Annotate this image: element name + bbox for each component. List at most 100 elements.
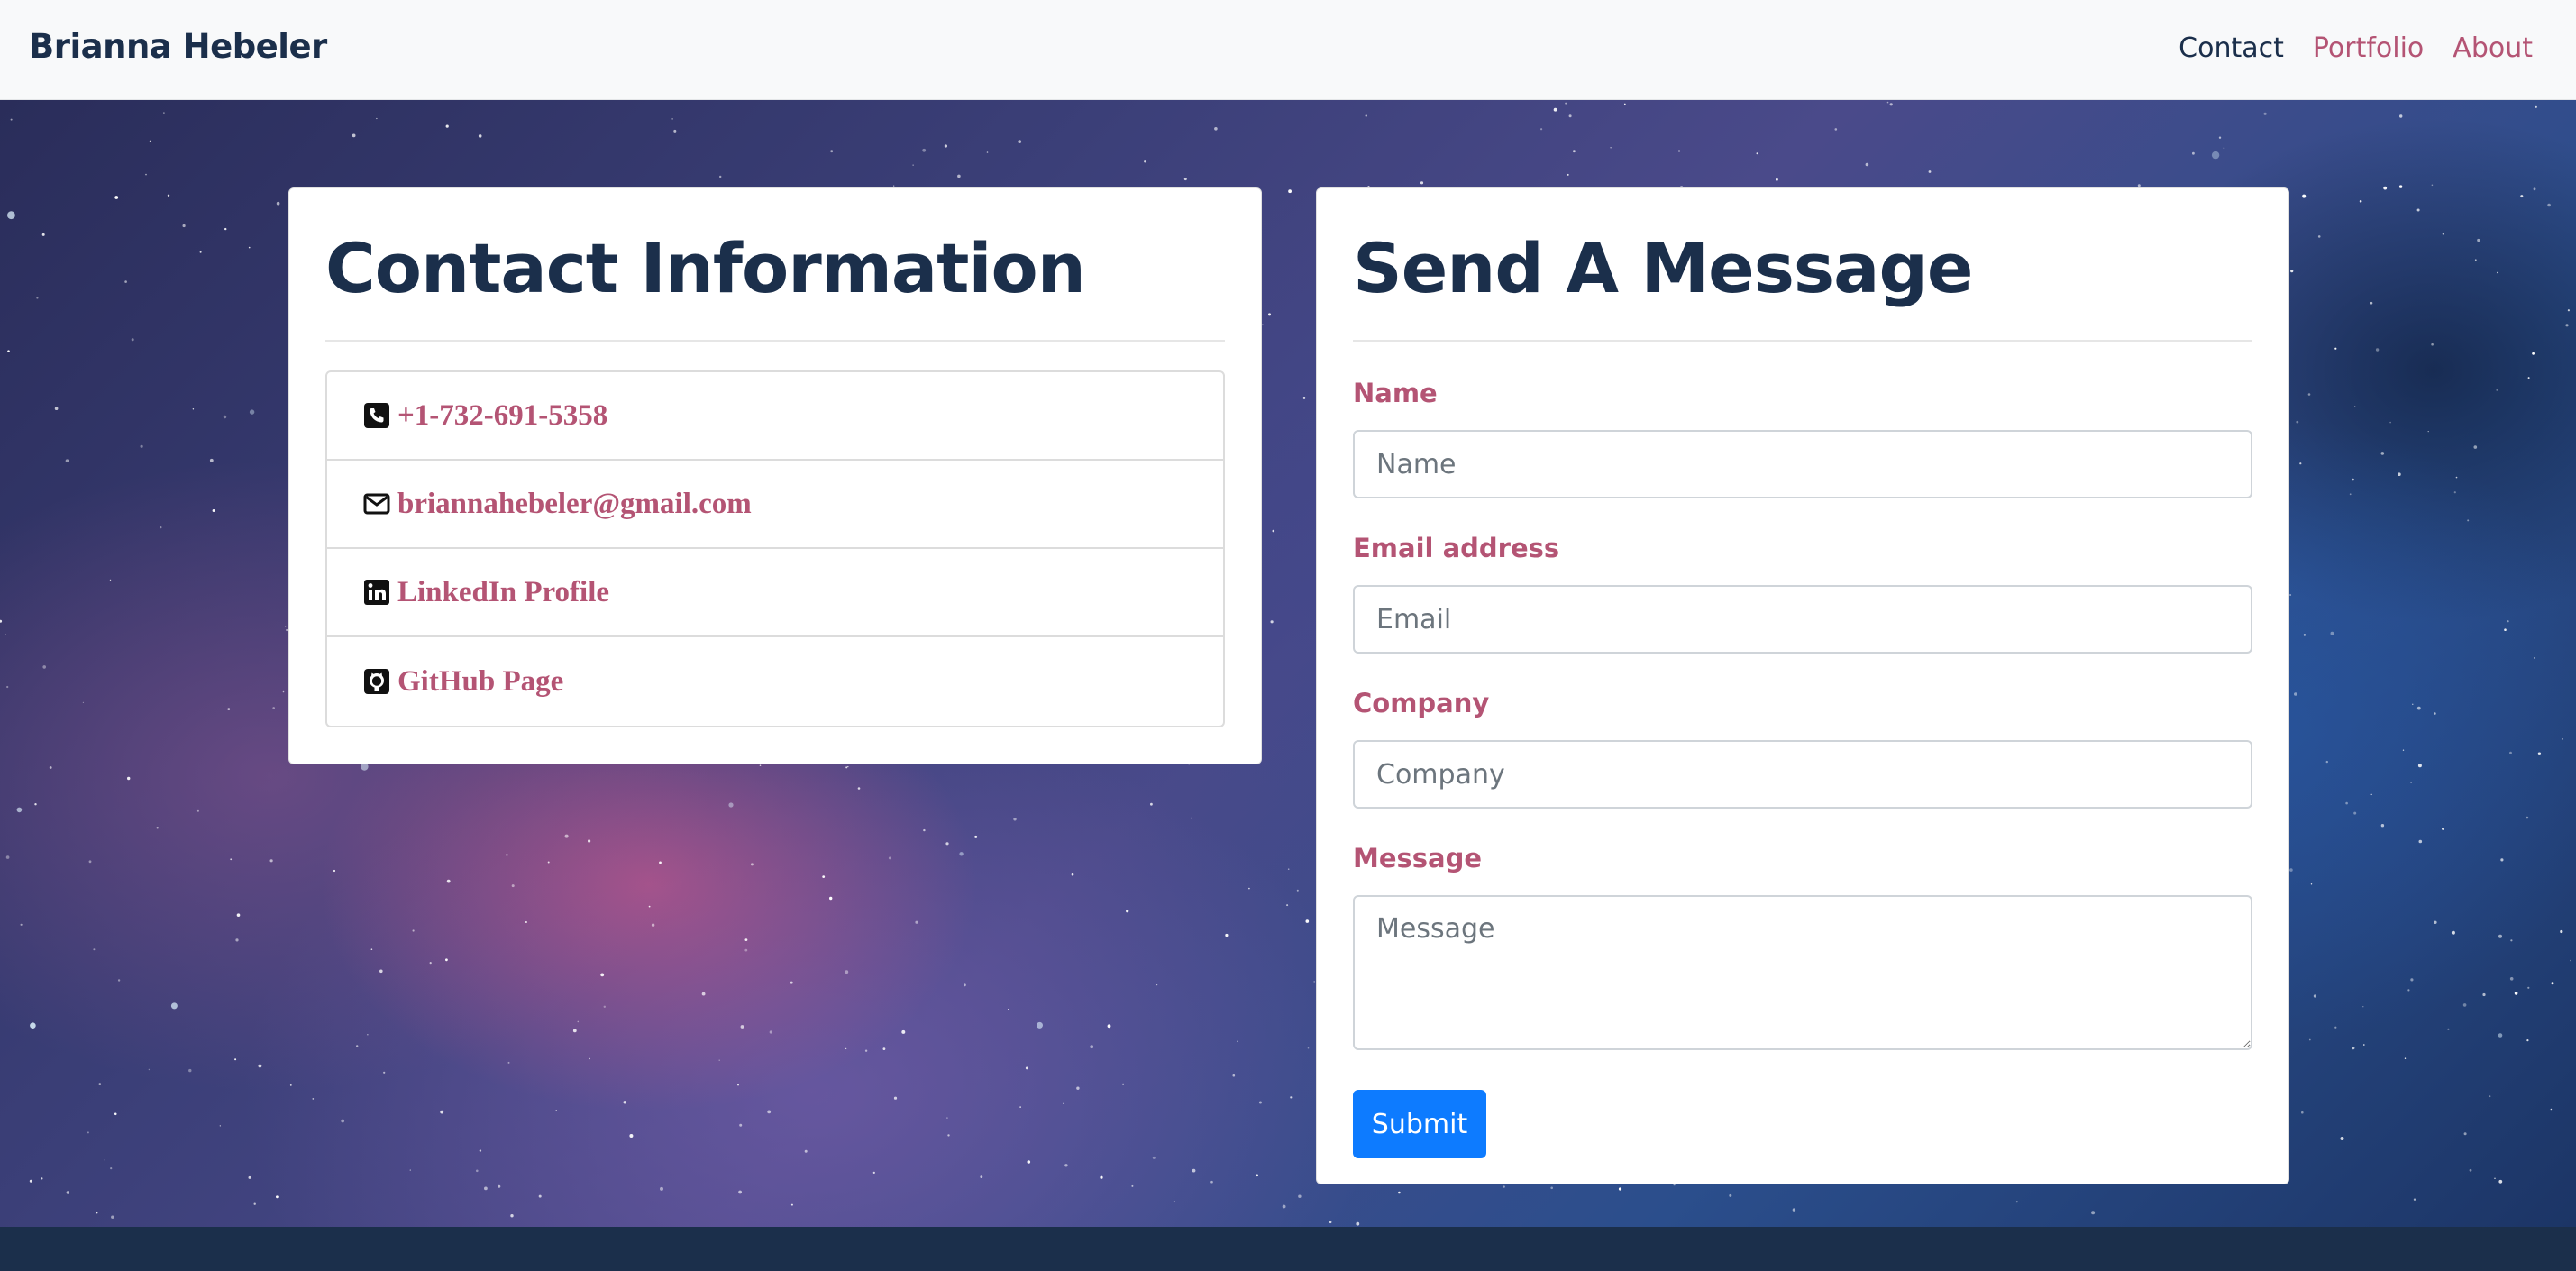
star bbox=[2380, 824, 2385, 828]
star bbox=[1019, 1106, 1021, 1108]
star bbox=[6, 211, 15, 220]
star bbox=[2223, 147, 2225, 149]
message-textarea[interactable] bbox=[1353, 895, 2252, 1050]
star bbox=[2498, 934, 2502, 938]
star bbox=[1503, 1185, 1505, 1188]
star bbox=[117, 979, 121, 982]
star bbox=[804, 1149, 808, 1153]
phone-link[interactable]: +1-732-691-5358 bbox=[397, 399, 607, 433]
star bbox=[2389, 421, 2391, 424]
brand-name[interactable]: Brianna Hebeler bbox=[29, 27, 327, 66]
star bbox=[738, 1190, 742, 1194]
star bbox=[98, 1083, 102, 1085]
star bbox=[1550, 1186, 1553, 1190]
star bbox=[739, 1123, 743, 1127]
star bbox=[2507, 620, 2509, 623]
star bbox=[2500, 858, 2504, 862]
message-label: Message bbox=[1353, 843, 1483, 873]
star bbox=[148, 1068, 151, 1071]
star bbox=[629, 1134, 634, 1138]
star bbox=[258, 1064, 262, 1068]
star bbox=[2562, 738, 2563, 740]
star bbox=[2334, 347, 2337, 350]
star bbox=[65, 459, 69, 462]
star bbox=[479, 1149, 482, 1152]
star bbox=[356, 1045, 359, 1047]
star bbox=[476, 1169, 479, 1173]
star bbox=[1076, 1086, 1080, 1090]
star bbox=[156, 827, 159, 829]
star bbox=[2410, 978, 2414, 982]
star bbox=[2560, 929, 2563, 934]
star bbox=[2442, 233, 2444, 235]
star bbox=[2362, 1006, 2364, 1008]
github-link[interactable]: GitHub Page bbox=[397, 665, 563, 699]
email-link[interactable]: briannahebeler@gmail.com bbox=[397, 488, 752, 521]
star bbox=[10, 118, 13, 121]
star bbox=[1008, 1009, 1009, 1010]
star bbox=[671, 118, 673, 120]
star bbox=[744, 938, 748, 941]
star bbox=[555, 1110, 557, 1111]
star bbox=[1090, 1045, 1094, 1049]
nav-portfolio[interactable]: Portfolio bbox=[2313, 32, 2424, 64]
name-input[interactable] bbox=[1353, 430, 2252, 498]
star bbox=[2467, 519, 2470, 522]
star bbox=[282, 690, 285, 693]
star bbox=[2473, 445, 2478, 449]
company-input[interactable] bbox=[1353, 740, 2252, 809]
star bbox=[145, 173, 147, 176]
star bbox=[2551, 982, 2554, 985]
star bbox=[1214, 127, 1218, 131]
star bbox=[2296, 420, 2299, 424]
star bbox=[93, 948, 96, 951]
star bbox=[2526, 1039, 2529, 1042]
star bbox=[1063, 1102, 1064, 1105]
star bbox=[2474, 259, 2477, 261]
star bbox=[2413, 1198, 2416, 1201]
star bbox=[2299, 462, 2302, 465]
star bbox=[2380, 452, 2385, 455]
contact-info-title: Contact Information bbox=[325, 228, 1086, 308]
star bbox=[915, 920, 918, 924]
star bbox=[1623, 103, 1626, 105]
star bbox=[2334, 1026, 2337, 1029]
star bbox=[964, 983, 966, 987]
star bbox=[276, 201, 280, 206]
email-input[interactable] bbox=[1353, 585, 2252, 654]
nav-contact[interactable]: Contact bbox=[2179, 32, 2284, 64]
star bbox=[538, 1194, 542, 1198]
star bbox=[2349, 493, 2352, 496]
star bbox=[2455, 476, 2458, 479]
star bbox=[2354, 406, 2356, 407]
star bbox=[1928, 170, 1932, 173]
divider bbox=[1353, 340, 2252, 342]
star bbox=[2402, 749, 2405, 751]
star bbox=[1025, 1066, 1028, 1070]
star bbox=[673, 129, 677, 133]
star bbox=[30, 1022, 36, 1029]
star bbox=[2469, 1168, 2472, 1172]
submit-button[interactable]: Submit bbox=[1353, 1090, 1486, 1158]
star bbox=[16, 807, 23, 813]
star bbox=[2462, 1003, 2467, 1007]
star bbox=[1064, 1164, 1068, 1167]
star bbox=[1756, 152, 1758, 155]
star bbox=[111, 1215, 114, 1219]
star bbox=[209, 458, 214, 462]
star bbox=[234, 1058, 237, 1061]
star bbox=[235, 938, 239, 942]
star bbox=[2412, 703, 2414, 705]
star bbox=[1886, 101, 1889, 104]
star bbox=[2370, 301, 2373, 305]
star bbox=[230, 858, 233, 861]
star bbox=[2363, 1044, 2365, 1046]
nav-about[interactable]: About bbox=[2453, 32, 2533, 64]
star bbox=[1122, 1083, 1125, 1085]
star bbox=[2504, 628, 2507, 631]
star bbox=[192, 408, 195, 410]
star bbox=[790, 1203, 793, 1206]
star bbox=[1296, 889, 1299, 892]
linkedin-link[interactable]: LinkedIn Profile bbox=[397, 576, 609, 609]
star bbox=[719, 175, 722, 178]
